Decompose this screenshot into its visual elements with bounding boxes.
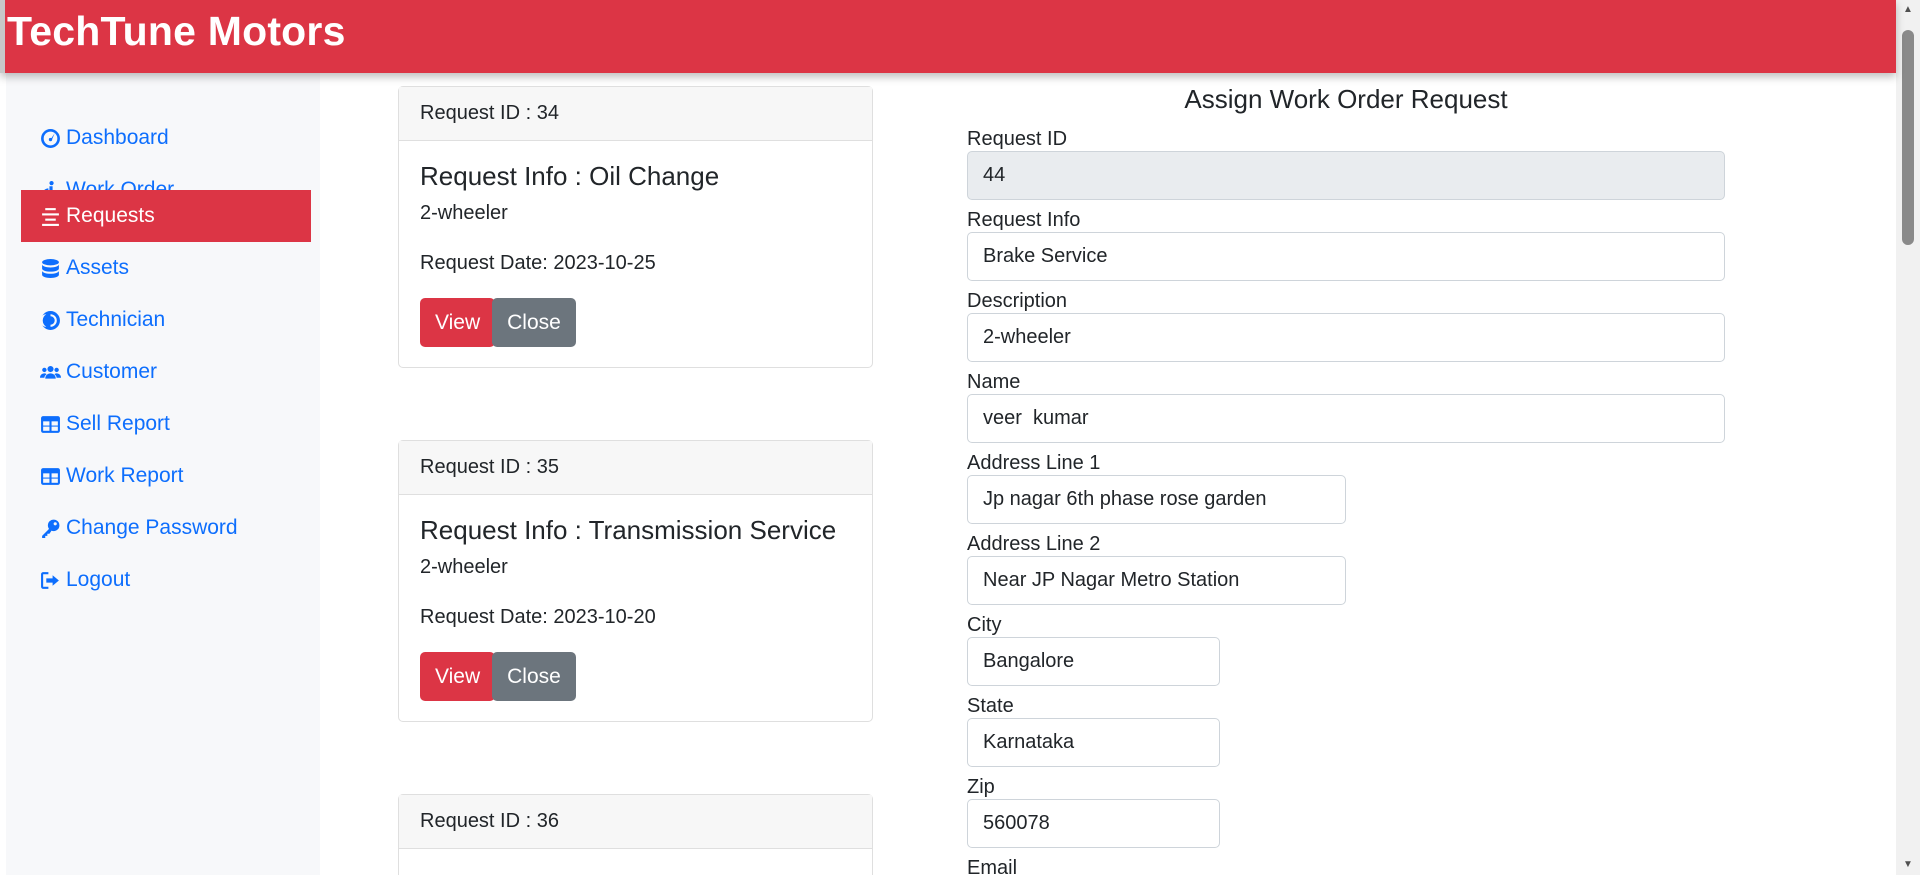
request-info-label: Request Info	[967, 209, 1081, 231]
top-navbar: TechTune Motors	[0, 0, 1896, 73]
sidebar-item-label: Customer	[66, 360, 158, 383]
address-line-2-field[interactable]	[967, 556, 1346, 605]
sidebar: Dashboard Work Order Requests Assets Tec…	[6, 73, 320, 875]
sidebar-item-label: Requests	[66, 204, 155, 227]
sidebar-item-dashboard[interactable]: Dashboard	[21, 112, 311, 164]
sidebar-item-label: Logout	[66, 568, 131, 591]
scroll-thumb[interactable]	[1902, 30, 1914, 245]
request-card: Request ID : 35 Request Info : Transmiss…	[398, 440, 873, 722]
sidebar-item-customer[interactable]: Customer	[21, 346, 311, 398]
gauge-icon	[41, 128, 60, 148]
assign-work-order-form: Assign Work Order Request Request ID Req…	[967, 84, 1725, 875]
scroll-down-arrow-icon[interactable]: ▼	[1896, 855, 1920, 875]
database-icon	[42, 258, 59, 278]
description-label: Description	[967, 290, 1068, 312]
technician-icon	[40, 310, 60, 330]
sidebar-item-assets[interactable]: Assets	[21, 242, 311, 294]
logout-icon	[41, 571, 59, 589]
users-icon	[40, 365, 61, 379]
state-field[interactable]	[967, 718, 1220, 767]
address-line-1-field[interactable]	[967, 475, 1346, 524]
view-button[interactable]: View	[420, 298, 496, 347]
sidebar-item-technician[interactable]: Technician	[21, 294, 311, 346]
sidebar-item-work-report[interactable]: Work Report	[21, 450, 311, 502]
name-field[interactable]	[967, 394, 1725, 443]
request-card: Request ID : 34 Request Info : Oil Chang…	[398, 86, 873, 368]
sidebar-item-label: Sell Report	[66, 412, 170, 435]
request-description: 2-wheeler	[420, 556, 508, 578]
sidebar-item-label: Assets	[66, 256, 130, 279]
scroll-up-arrow-icon[interactable]: ▲	[1896, 0, 1920, 20]
address-line-2-label: Address Line 2	[967, 533, 1101, 555]
request-id-label: Request ID	[967, 128, 1068, 150]
sidebar-item-label: Change Password	[66, 516, 238, 539]
sidebar-item-requests[interactable]: Requests	[21, 190, 311, 242]
description-field[interactable]	[967, 313, 1725, 362]
address-line-1-label: Address Line 1	[967, 452, 1101, 474]
city-label: City	[967, 614, 1002, 636]
request-id-header: Request ID : 36	[399, 795, 872, 849]
brand-title[interactable]: TechTune Motors	[7, 8, 346, 55]
request-info-field[interactable]	[967, 232, 1725, 281]
key-icon	[42, 519, 60, 538]
request-id-field[interactable]	[967, 151, 1725, 200]
sidebar-item-change-password[interactable]: Change Password	[21, 502, 311, 554]
sidebar-item-label: Work Report	[66, 464, 184, 487]
request-date: Request Date: 2023-10-20	[420, 606, 656, 628]
align-center-icon	[42, 207, 59, 226]
name-label: Name	[967, 371, 1021, 393]
sidebar-item-label: Dashboard	[66, 126, 169, 149]
table-icon	[41, 467, 60, 485]
request-info-title: Request Info : Transmission Service	[420, 515, 837, 545]
table-icon	[41, 415, 60, 433]
form-title: Assign Work Order Request	[1184, 84, 1508, 114]
request-id-header: Request ID : 34	[399, 87, 872, 141]
request-card: Request ID : 36	[398, 794, 873, 875]
city-field[interactable]	[967, 637, 1220, 686]
request-id-header: Request ID : 35	[399, 441, 872, 495]
close-button[interactable]: Close	[492, 298, 576, 347]
request-description: 2-wheeler	[420, 202, 508, 224]
view-button[interactable]: View	[420, 652, 496, 701]
sidebar-item-label: Technician	[66, 308, 166, 331]
zip-label: Zip	[967, 776, 995, 798]
sidebar-item-logout[interactable]: Logout	[21, 554, 311, 606]
page-scrollbar[interactable]: ▲ ▼	[1896, 0, 1920, 875]
close-button[interactable]: Close	[492, 652, 576, 701]
zip-field[interactable]	[967, 799, 1220, 848]
request-info-title: Request Info : Oil Change	[420, 161, 720, 191]
request-date: Request Date: 2023-10-25	[420, 252, 656, 274]
state-label: State	[967, 695, 1014, 717]
email-label: Email	[967, 857, 1018, 875]
sidebar-item-sell-report[interactable]: Sell Report	[21, 398, 311, 450]
